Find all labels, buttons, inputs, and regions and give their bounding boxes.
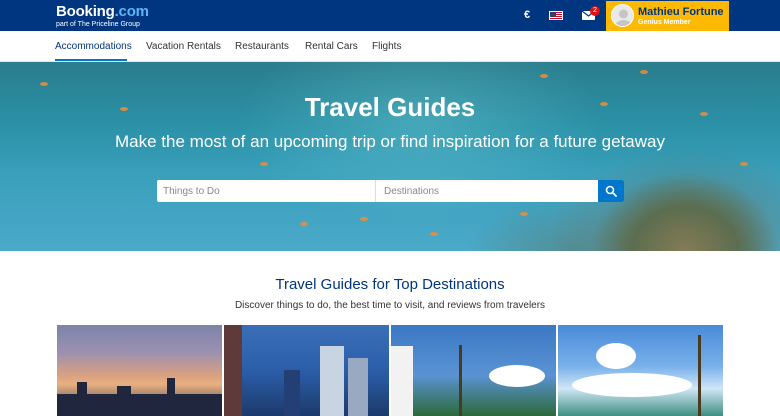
skyscraper-image xyxy=(284,370,300,416)
cloud-shape xyxy=(596,343,636,369)
building-shape xyxy=(117,386,131,416)
hero-subtitle: Make the most of an upcoming trip or fin… xyxy=(115,132,665,151)
cloud-shape xyxy=(489,365,545,387)
fish-decoration xyxy=(520,212,528,216)
building-shape xyxy=(167,378,175,416)
building-shape xyxy=(77,382,87,416)
destination-card[interactable] xyxy=(224,325,389,416)
fish-decoration xyxy=(40,82,48,86)
logo-subtitle: part of The Priceline Group xyxy=(56,21,140,28)
us-flag-icon[interactable] xyxy=(549,11,563,20)
guide-search-bar xyxy=(157,180,624,202)
message-count-badge: 2 xyxy=(590,6,600,16)
user-account-menu[interactable]: Mathieu Fortune Genius Member xyxy=(606,1,729,31)
billboard-building xyxy=(224,325,242,416)
hero-title: Travel Guides xyxy=(304,92,476,122)
fish-decoration xyxy=(740,162,748,166)
section-subtitle: Discover things to do, the best time to … xyxy=(234,300,546,311)
palm-tree-image xyxy=(459,345,462,416)
logo-wordmark: Booking.com xyxy=(56,4,149,20)
top-header: Booking.com part of The Priceline Group … xyxy=(0,0,780,31)
destinations-input[interactable] xyxy=(378,180,598,202)
logo-main-text: Booking xyxy=(56,3,115,20)
search-button[interactable] xyxy=(598,180,624,202)
hotel-building-image xyxy=(391,346,413,416)
destination-card[interactable] xyxy=(57,325,222,416)
avatar xyxy=(611,4,634,27)
skyscraper-image xyxy=(320,346,344,416)
palm-tree-image xyxy=(698,335,701,416)
currency-selector[interactable]: € xyxy=(521,8,533,22)
section-title: Travel Guides for Top Destinations xyxy=(275,276,505,293)
hero-banner: Travel Guides Make the most of an upcomi… xyxy=(0,62,780,251)
fish-decoration xyxy=(430,232,438,236)
user-silhouette-icon xyxy=(615,9,632,26)
nav-item-accommodations[interactable]: Accommodations xyxy=(55,41,132,52)
skyscraper-image xyxy=(348,358,368,416)
cloud-shape xyxy=(572,373,692,397)
fish-decoration xyxy=(540,74,548,78)
search-icon xyxy=(605,185,617,197)
nav-item-restaurants[interactable]: Restaurants xyxy=(235,41,289,52)
nav-item-rental-cars[interactable]: Rental Cars xyxy=(305,41,358,52)
nav-item-flights[interactable]: Flights xyxy=(372,41,401,52)
flag-canton xyxy=(550,12,556,17)
booking-logo[interactable]: Booking.com part of The Priceline Group xyxy=(56,4,149,29)
things-to-do-input[interactable] xyxy=(157,180,376,202)
fish-decoration xyxy=(300,222,308,226)
active-tab-indicator xyxy=(55,59,127,61)
user-tier-label: Genius Member xyxy=(638,19,691,26)
destination-card[interactable] xyxy=(391,325,556,416)
nav-item-vacation-rentals[interactable]: Vacation Rentals xyxy=(146,41,221,52)
main-nav: Accommodations Vacation Rentals Restaura… xyxy=(0,31,780,62)
fish-decoration xyxy=(260,162,268,166)
user-name: Mathieu Fortune xyxy=(638,6,724,18)
fish-decoration xyxy=(640,70,648,74)
fish-decoration xyxy=(360,217,368,221)
logo-suffix: .com xyxy=(114,3,149,20)
destination-card[interactable] xyxy=(558,325,723,416)
